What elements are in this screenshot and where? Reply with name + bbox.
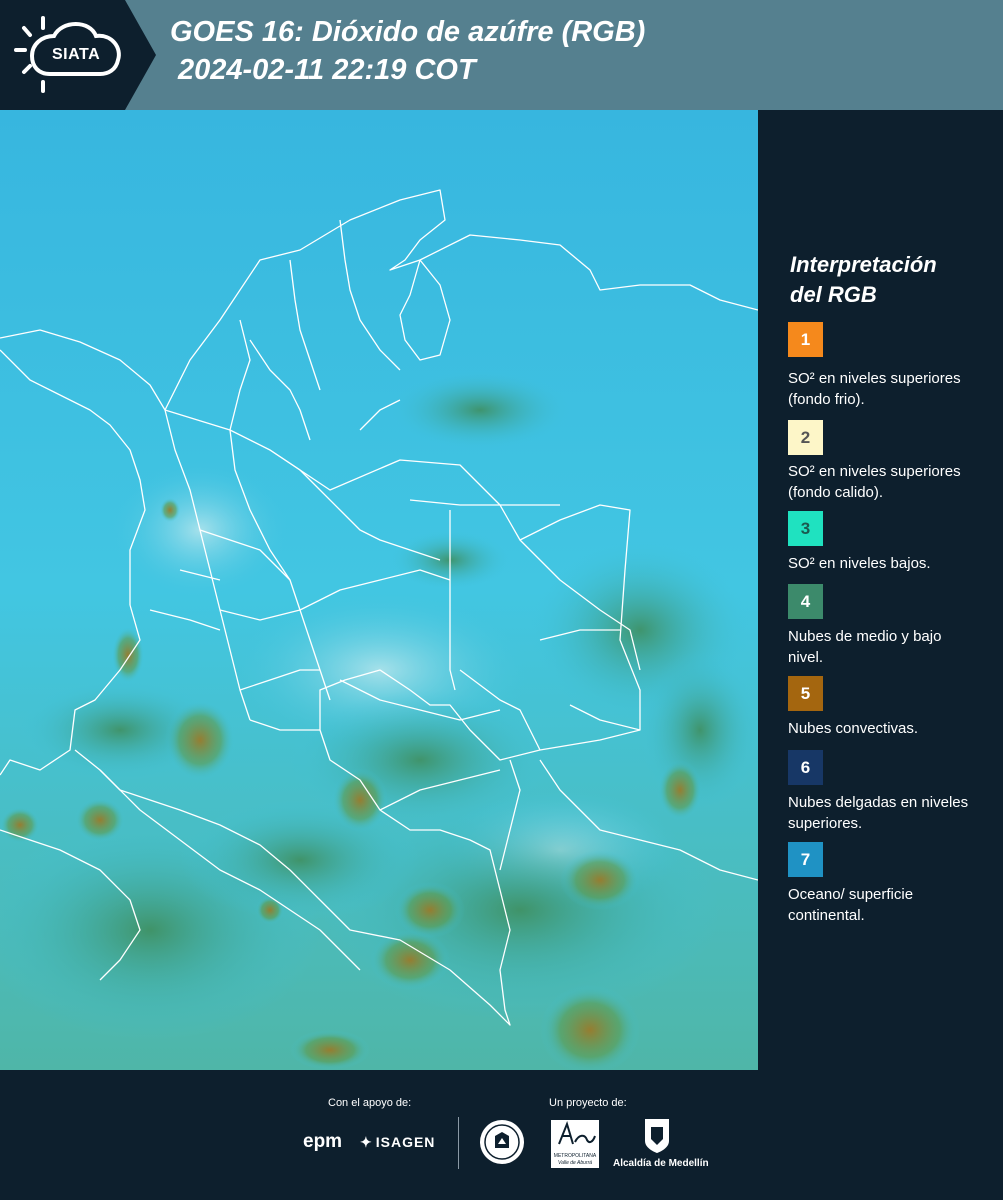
legend-swatch-4: 4 <box>788 584 823 619</box>
legend-title: Interpretación del RGB <box>790 250 990 310</box>
legend-number: 2 <box>800 427 811 447</box>
metropolitana-line2: Valle de Aburrá <box>557 1160 593 1166</box>
legend-number: 1 <box>800 329 811 349</box>
project-label: Un proyecto de: <box>549 1097 627 1109</box>
legend-swatch-6: 6 <box>788 750 823 785</box>
legend-label-3: SO² en niveles bajos. <box>788 555 931 572</box>
legend-label-4: Nubes de medio y bajo nivel. <box>788 628 942 666</box>
support-label: Con el apoyo de: <box>328 1097 412 1109</box>
area-script-icon <box>558 1120 596 1145</box>
legend-swatch-7: 7 <box>788 842 823 877</box>
epm-logo-text: epm <box>303 1131 343 1152</box>
legend-title-line1: Interpretación <box>790 252 937 277</box>
medellin-seal-icon <box>480 1120 524 1164</box>
legend-number: 6 <box>800 757 811 777</box>
legend-label-2: SO² en niveles superiores (fondo calido)… <box>788 463 961 501</box>
footer-divider <box>458 1117 459 1169</box>
legend-label-6: Nubes delgadas en niveles superiores. <box>788 794 969 832</box>
legend-label-5: Nubes convectivas. <box>788 720 919 737</box>
legend-number: 7 <box>800 849 811 869</box>
area-metropolitana-logo: METROPOLITANA Valle de Aburrá <box>551 1120 599 1168</box>
alcaldia-shield-icon <box>645 1119 669 1153</box>
alcaldia-label: Alcaldía de Medellín <box>613 1158 709 1169</box>
page-timestamp: 2024-02-11 22:19 COT <box>178 54 476 86</box>
legend-number: 3 <box>800 518 811 538</box>
legend-label-7: Oceano/ superficie continental. <box>788 886 914 924</box>
satellite-map <box>0 110 758 1070</box>
legend-number: 5 <box>800 683 811 703</box>
legend-swatch-5: 5 <box>788 676 823 711</box>
isagen-logo: ✦ ISAGEN <box>360 1134 435 1151</box>
epm-logo: epm <box>303 1131 342 1153</box>
legend-swatch-2: 2 <box>788 420 823 455</box>
isagen-logo-text: ISAGEN <box>375 1134 436 1150</box>
metropolitana-line1: METROPOLITANA <box>553 1153 597 1159</box>
page-title: GOES 16: Dióxido de azúfre (RGB) <box>170 16 646 48</box>
legend-swatch-3: 3 <box>788 511 823 546</box>
logo-text: SIATA <box>52 46 101 63</box>
legend-label-1: SO² en niveles superiores (fondo frio). <box>788 370 961 408</box>
header: SIATA GOES 16: Dióxido de azúfre (RGB) 2… <box>0 0 1003 110</box>
isagen-icon: ✦ <box>360 1134 373 1150</box>
legend-swatch-1: 1 <box>788 322 823 357</box>
legend-number: 4 <box>800 591 811 611</box>
legend-title-line2: del RGB <box>790 282 877 307</box>
